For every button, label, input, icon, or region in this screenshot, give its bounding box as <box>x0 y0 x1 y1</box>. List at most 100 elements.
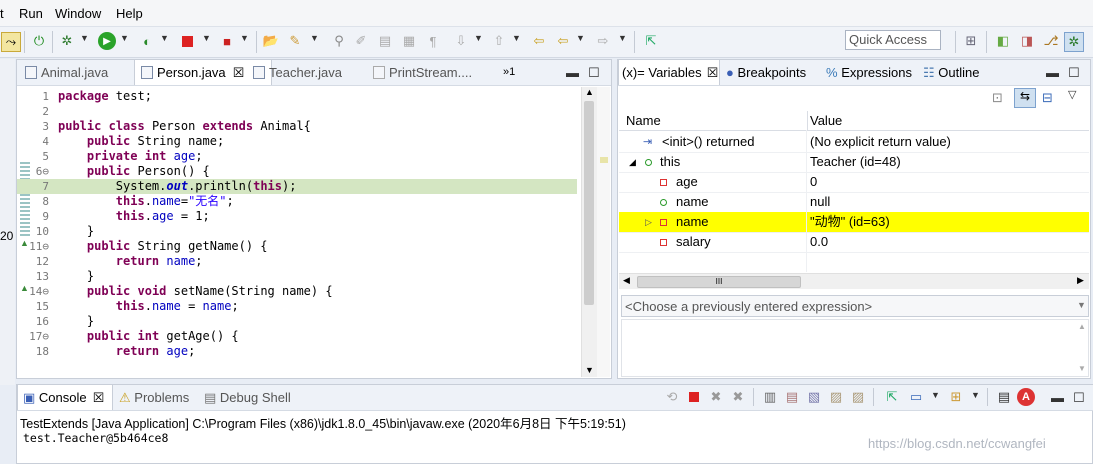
chevron-down-icon[interactable]: ▼ <box>1077 300 1086 310</box>
java-ee-perspective-icon[interactable]: ◨ <box>1018 32 1036 50</box>
scroll-down-icon[interactable]: ▼ <box>582 365 597 375</box>
word-wrap-icon[interactable]: ▧ <box>805 388 823 406</box>
tab-breakpoints[interactable]: ● Breakpoints <box>726 60 806 85</box>
display-console-icon[interactable]: ▭ <box>907 388 925 406</box>
scrollbar-thumb[interactable] <box>584 101 594 305</box>
paragraph-icon[interactable]: ¶ <box>424 32 442 50</box>
run-icon[interactable]: ▶ <box>98 32 116 50</box>
tab-expressions[interactable]: % Expressions <box>826 60 912 85</box>
expand-toggle-icon[interactable]: ▷ <box>645 212 652 232</box>
expand-toggle-icon[interactable]: ◢ <box>629 152 636 172</box>
tab-animal[interactable]: Animal.java <box>25 60 108 85</box>
show-console-icon[interactable]: ▨ <box>827 388 845 406</box>
menu-window[interactable]: Window <box>55 6 101 21</box>
minimize-icon[interactable]: ▬ <box>566 60 579 85</box>
code-line[interactable]: 5 private int age; <box>17 149 577 164</box>
column-value[interactable]: Value <box>810 113 842 128</box>
code-line-current[interactable]: 7 System.out.println(this); <box>17 179 577 194</box>
scroll-down-icon[interactable]: ▼ <box>1078 364 1086 373</box>
code-line[interactable]: 2 <box>17 104 577 119</box>
maximize-icon[interactable]: ☐ <box>588 60 600 85</box>
reload-icon[interactable]: ⟲ <box>663 388 681 406</box>
show-error-icon[interactable]: ▨ <box>849 388 867 406</box>
code-line[interactable]: 1 package test; <box>17 89 577 104</box>
code-line[interactable]: 16 } <box>17 314 577 329</box>
column-name[interactable]: Name <box>626 113 661 128</box>
tab-debug-shell[interactable]: ▤ Debug Shell <box>204 385 291 410</box>
code-line[interactable]: 6⊖ public Person() { <box>17 164 577 179</box>
tab-overflow[interactable]: »1 <box>503 60 515 85</box>
pin-console-icon[interactable]: ⇱ <box>883 388 901 406</box>
code-line[interactable]: 9 this.age = 1; <box>17 209 577 224</box>
run-coverage-icon[interactable]: ◐ <box>138 32 156 50</box>
debug-perspective-icon[interactable]: ✲ <box>1064 32 1084 52</box>
code-line[interactable]: 8 this.name="无名"; <box>17 194 577 209</box>
minimize-icon[interactable]: ▬ <box>1051 385 1064 410</box>
close-icon[interactable]: ☒ <box>233 65 245 80</box>
code-line[interactable]: 4 public String name; <box>17 134 577 149</box>
detail-pane[interactable]: ▲ ▼ <box>621 319 1089 377</box>
menu-help[interactable]: Help <box>116 6 143 21</box>
copy-icon[interactable]: ▤ <box>995 388 1013 406</box>
scroll-up-icon[interactable]: ▲ <box>582 87 597 97</box>
tab-teacher[interactable]: Teacher.java <box>253 60 342 85</box>
code-line[interactable]: 15 this.name = name; <box>17 299 577 314</box>
code-line[interactable]: 12 return name; <box>17 254 577 269</box>
open-perspective-icon[interactable]: ⊞ <box>962 32 980 50</box>
debug-icon[interactable]: ✲ <box>58 32 76 50</box>
show-type-names-icon[interactable]: ⊡ <box>992 90 1003 106</box>
tab-person[interactable]: Person.java ☒ <box>134 60 272 85</box>
tab-printstream[interactable]: PrintStream.... <box>373 60 472 85</box>
code-line[interactable]: 17⊖ public int getAge() { <box>17 329 577 344</box>
variable-row[interactable]: name null <box>619 192 1089 213</box>
scroll-up-icon[interactable]: ▲ <box>1078 322 1086 331</box>
tab-variables[interactable]: (x)= Variables ☒ <box>618 60 720 85</box>
collapse-all-icon[interactable]: ⊟ <box>1042 90 1053 106</box>
code-area[interactable]: 1 package test; 2 3 public class Person exte… <box>17 87 580 377</box>
java-perspective-icon[interactable]: ◧ <box>994 32 1012 50</box>
code-line[interactable]: 13 } <box>17 269 577 284</box>
close-icon[interactable]: ☒ <box>93 390 105 405</box>
menu-file-fragment[interactable]: t <box>0 6 4 21</box>
document-icon[interactable]: ▦ <box>400 32 418 50</box>
scroll-right-icon[interactable]: ▶ <box>1077 275 1084 286</box>
scroll-lock-icon[interactable]: ▤ <box>783 388 801 406</box>
next-annotation-icon[interactable]: ⇩ <box>452 32 470 50</box>
tab-outline[interactable]: ☷ Outline <box>923 60 979 85</box>
back-icon[interactable]: ⇦ <box>554 32 572 50</box>
clear-console-icon[interactable]: ▥ <box>761 388 779 406</box>
remove-launch-icon[interactable]: ✖ <box>707 388 725 406</box>
skip-breakpoints-icon[interactable]: ⤳ <box>1 32 21 52</box>
code-line[interactable]: 10 } <box>17 224 577 239</box>
variable-row[interactable]: salary 0.0 <box>619 232 1089 253</box>
console-output[interactable]: test.Teacher@5b464ce8 <box>23 431 168 445</box>
maximize-icon[interactable]: ☐ <box>1068 60 1080 85</box>
quick-access-input[interactable]: Quick Access <box>845 30 941 50</box>
menu-run[interactable]: Run <box>19 6 43 21</box>
show-logical-structure-icon[interactable]: ⇆ <box>1014 88 1036 108</box>
scroll-left-icon[interactable]: ◀ <box>623 275 630 286</box>
close-icon[interactable]: ☒ <box>707 65 719 80</box>
open-task-icon[interactable]: ⇱ <box>642 32 660 50</box>
tab-console[interactable]: ▣ Console ☒ <box>17 385 113 410</box>
code-line[interactable]: 11⊖ public String getName() { <box>17 239 577 254</box>
editor-scrollbar[interactable]: ▲ ▼ <box>581 87 597 377</box>
annotation-icon[interactable]: ✐ <box>352 32 370 50</box>
code-line[interactable]: 18 return age; <box>17 344 577 359</box>
variable-row[interactable]: age 0 <box>619 172 1089 193</box>
variable-row[interactable]: ⇥ <init>() returned (No explicit return … <box>619 132 1089 153</box>
code-line[interactable]: 14⊖ public void setName(String name) { <box>17 284 577 299</box>
view-menu-icon[interactable]: ▽ <box>1068 88 1076 101</box>
variable-row[interactable]: ◢ this Teacher (id=48) <box>619 152 1089 173</box>
forward-icon[interactable]: ⇨ <box>594 32 612 50</box>
variable-row-highlighted[interactable]: ▷ name "动物" (id=63) <box>619 212 1089 233</box>
pin-icon[interactable]: ⚲ <box>330 32 348 50</box>
resume-icon[interactable]: ⏻ <box>30 32 48 50</box>
scrollbar-thumb[interactable]: III <box>637 276 801 288</box>
last-edit-icon[interactable]: ⇦ <box>530 32 548 50</box>
wand-icon[interactable]: ✎ <box>286 32 304 50</box>
remove-all-icon[interactable]: ✖ <box>729 388 747 406</box>
terminate-icon[interactable] <box>178 32 196 50</box>
minimize-icon[interactable]: ▬ <box>1046 60 1059 85</box>
open-console-icon[interactable]: ⊞ <box>947 388 965 406</box>
